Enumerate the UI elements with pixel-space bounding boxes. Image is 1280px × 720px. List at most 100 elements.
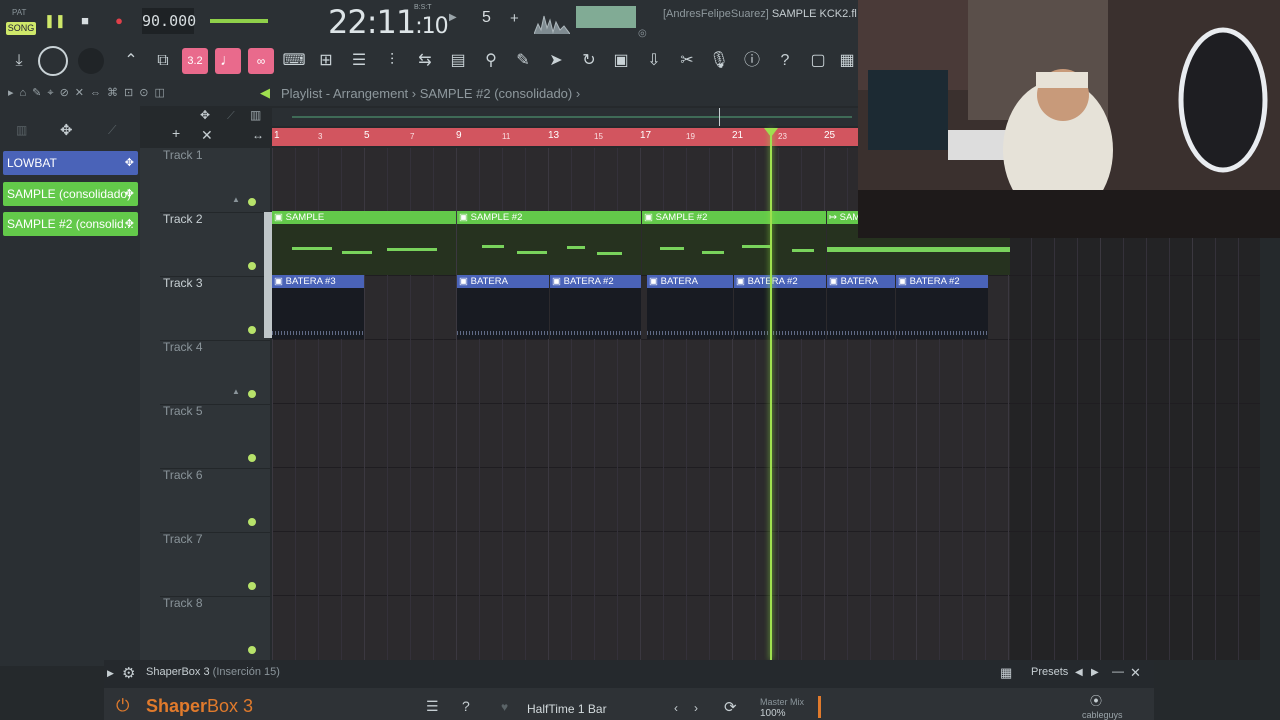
chevron-right-icon[interactable]: › <box>694 701 698 715</box>
mixer-icon[interactable]: ⫶ <box>379 48 405 74</box>
step-edit-icon[interactable]: ♩ <box>215 48 241 74</box>
chevron-left-icon[interactable]: ‹ <box>674 701 678 715</box>
resize-icon[interactable]: ↔ <box>252 128 264 142</box>
render-icon[interactable]: ⇩ <box>641 48 667 74</box>
channel-rack-icon[interactable]: ⇆ <box>412 48 438 74</box>
track-header-6[interactable]: Track 6 <box>160 468 270 533</box>
cut-icon[interactable]: ✂ <box>674 48 700 74</box>
pat-label[interactable]: PAT <box>12 8 26 17</box>
pattern-number[interactable]: 5 <box>482 9 491 27</box>
master-mix-value[interactable]: 100% <box>760 708 786 719</box>
clip-list-item-lowbat[interactable]: LOWBAT ✥ <box>3 151 138 175</box>
clip-list-item-sample-2[interactable]: SAMPLE #2 (consolid... ✥ <box>3 212 138 236</box>
browser-icon[interactable]: ▤ <box>445 48 471 74</box>
save-icon[interactable]: ▣ <box>608 48 634 74</box>
add-track-icon[interactable]: + <box>172 125 180 141</box>
track-header-7[interactable]: Track 7 <box>160 532 270 597</box>
grid-icon[interactable]: ▦ <box>1000 665 1012 681</box>
audio-clip[interactable]: ▣ SAMPLE #2 <box>457 211 641 275</box>
audio-clip[interactable]: ▣ BATERA #2 <box>734 275 826 339</box>
current-clip-name[interactable]: SAMPLE #2 (consolidado) <box>420 86 572 101</box>
link-icon[interactable]: ⟋ <box>227 110 235 123</box>
playlist-icon[interactable]: ☰ <box>346 48 372 74</box>
download-icon[interactable]: ⤓ <box>6 48 32 74</box>
collapse-icon[interactable]: ▲ <box>232 387 240 396</box>
metronome-knob[interactable] <box>78 48 104 74</box>
preset-prev-icon[interactable]: ◀ <box>1075 667 1083 678</box>
master-volume-slider[interactable] <box>210 19 268 23</box>
track-header-4[interactable]: Track 4 ▲ <box>160 340 270 405</box>
snap-icon[interactable]: ⊞ <box>313 48 339 74</box>
arrow-icon[interactable]: ➤ <box>543 48 569 74</box>
playlist-arrow-icon[interactable]: ◀ <box>260 85 270 101</box>
loop-record-icon[interactable]: ∞ <box>248 48 274 74</box>
close-icon[interactable]: ✕ <box>1130 665 1141 681</box>
zoom-icon[interactable]: ✥ <box>200 108 210 122</box>
audio-clip[interactable]: ▣ BATERA #3 <box>272 275 364 339</box>
countdown-icon[interactable]: 3.2 <box>182 48 208 74</box>
grid-icon[interactable]: ▦ <box>834 48 860 74</box>
favorite-icon[interactable]: ♥ <box>501 700 508 714</box>
overview-scrollbar[interactable] <box>272 108 860 126</box>
help-icon[interactable]: ? <box>462 698 470 714</box>
preset-name[interactable]: HalfTime 1 Bar <box>527 702 607 716</box>
info-icon[interactable]: ⓘ <box>739 48 765 74</box>
refresh-icon[interactable]: ↻ <box>576 48 602 74</box>
track-mute-led[interactable] <box>248 326 256 334</box>
audio-clip[interactable]: ▣ BATERA <box>647 275 733 339</box>
audio-clip[interactable]: ▣ BATERA #2 <box>896 275 988 339</box>
track-header-2[interactable]: Track 2 <box>160 212 270 277</box>
track-mute-led[interactable] <box>248 198 256 206</box>
clip-list-item-sample[interactable]: SAMPLE (consolidado) ✥ <box>3 182 138 206</box>
typing-keyboard-icon[interactable]: ⌨ <box>281 48 307 74</box>
playlist-tools[interactable]: ▸⌂✎⌖⊘✕⇔⌘⊡⊙◫ <box>8 86 171 100</box>
expand-icon[interactable]: ▶ <box>107 668 114 679</box>
pause-icon[interactable]: ❚❚ <box>44 12 66 30</box>
minimize-icon[interactable]: — <box>1112 664 1124 678</box>
online-icon[interactable]: ◎ <box>638 28 647 39</box>
tempo-display[interactable]: 90.000 <box>142 8 196 34</box>
audio-clip[interactable]: ▣ SAMPLE <box>272 211 456 275</box>
master-mix-meter[interactable] <box>818 696 821 718</box>
power-icon[interactable]: ⏻ <box>116 696 129 716</box>
preset-next-icon[interactable]: ▶ <box>1091 667 1099 678</box>
track-mute-led[interactable] <box>248 518 256 526</box>
master-pitch-knob[interactable] <box>38 46 68 76</box>
track-mute-led[interactable] <box>248 390 256 398</box>
record-icon[interactable]: ● <box>110 12 128 30</box>
gear-icon[interactable]: ⚙ <box>122 664 135 682</box>
presets-button[interactable]: Presets <box>1031 666 1068 678</box>
audio-clip[interactable]: ▣ BATERA #2 <box>550 275 641 339</box>
piano-icon[interactable]: ▥ <box>250 108 261 122</box>
stop-icon[interactable]: ■ <box>76 12 94 30</box>
track-mute-led[interactable] <box>248 646 256 654</box>
sync-icon[interactable]: ⟳ <box>724 698 737 716</box>
track-header-5[interactable]: Track 5 <box>160 404 270 469</box>
track-mute-led[interactable] <box>248 262 256 270</box>
microphone-icon[interactable]: 🎙 <box>706 48 732 74</box>
add-pattern-icon[interactable]: + <box>510 10 519 27</box>
plugin-icon[interactable]: ⚲ <box>478 48 504 74</box>
close-tracks-icon[interactable]: ✕ <box>201 127 213 144</box>
audio-clips-icon[interactable]: ▥ <box>16 123 27 137</box>
wait-input-icon[interactable]: ⧉ <box>150 48 176 74</box>
track-header-1[interactable]: Track 1 ▲ <box>160 148 270 213</box>
track-mute-led[interactable] <box>248 582 256 590</box>
playhead[interactable] <box>770 128 772 660</box>
pattern-prev-icon[interactable]: ▶ <box>449 12 457 23</box>
pattern-icon[interactable]: ⟋ <box>108 123 116 138</box>
track-header-8[interactable]: Track 8 <box>160 596 270 661</box>
metronome-icon[interactable]: ⌃ <box>118 48 144 74</box>
track-mute-led[interactable] <box>248 454 256 462</box>
automation-icon[interactable]: ✥ <box>60 121 73 139</box>
playhead-marker-icon[interactable] <box>764 128 778 137</box>
menu-icon[interactable]: ☰ <box>426 698 439 715</box>
track-header-3[interactable]: Track 3 <box>160 276 270 341</box>
selection-handle[interactable] <box>264 212 272 338</box>
audio-clip[interactable]: ▣ BATERA <box>827 275 895 339</box>
audio-clip[interactable]: ▣ BATERA <box>457 275 549 339</box>
pen-icon[interactable]: ✎ <box>510 48 536 74</box>
collapse-icon[interactable]: ▲ <box>232 195 240 204</box>
audio-clip[interactable]: ▣ SAMPLE #2 <box>642 211 826 275</box>
song-mode-toggle[interactable]: SONG <box>6 22 36 35</box>
